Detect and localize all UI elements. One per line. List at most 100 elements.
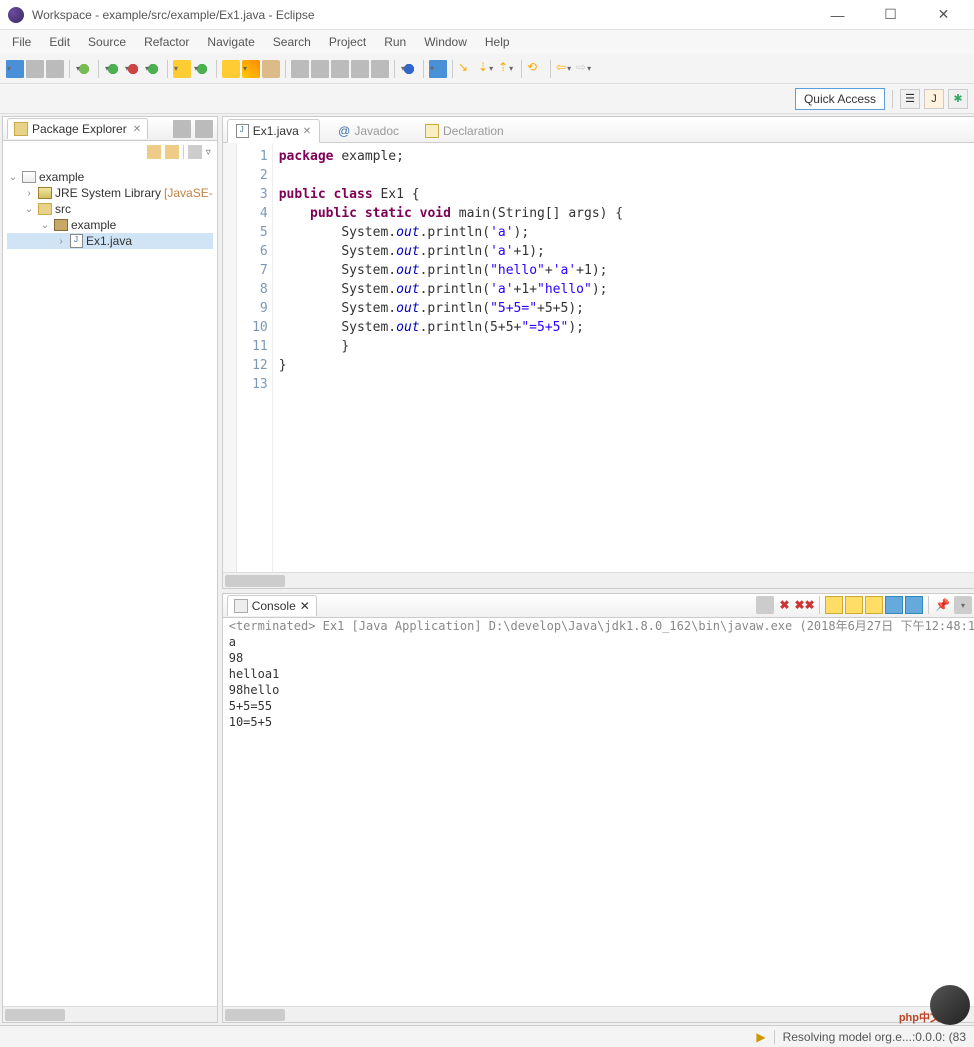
back-button[interactable]: ⇦ [556,60,574,78]
menu-window[interactable]: Window [416,33,475,51]
link-editor-icon[interactable] [165,145,179,159]
task-button[interactable] [262,60,280,78]
menu-edit[interactable]: Edit [41,33,78,51]
minimize-button[interactable]: — [815,1,860,29]
toggle-mark-button[interactable] [291,60,309,78]
tree-project[interactable]: ⌄ example [7,169,213,185]
nav2-button[interactable] [371,60,389,78]
new-button[interactable] [6,60,24,78]
word-wrap-button[interactable] [865,596,883,614]
open-perspective-button[interactable]: ☰ [900,89,920,109]
editor2-button[interactable] [331,60,349,78]
jre-suffix: [JavaSE- [164,186,213,200]
show-console-output-button[interactable] [885,596,903,614]
maximize-button[interactable]: ☐ [868,1,913,29]
menu-search[interactable]: Search [265,33,319,51]
twistie-icon[interactable]: ⌄ [23,204,35,215]
console-output: a98helloa198hello5+5=5510=5+5 [229,634,974,730]
search-button[interactable] [242,60,260,78]
line-number-gutter[interactable]: 12345678910111213 [237,143,273,572]
menu-navigate[interactable]: Navigate [199,33,262,51]
twistie-icon[interactable]: › [55,236,67,247]
menu-project[interactable]: Project [321,33,374,51]
forward-button[interactable]: ⇨ [576,60,594,78]
minimize-view-button[interactable] [173,120,191,138]
next-annotation-button[interactable]: ⇣ [478,60,496,78]
console-icon [234,599,248,613]
close-icon[interactable]: ✕ [133,124,141,135]
save-all-button[interactable] [46,60,64,78]
menu-refactor[interactable]: Refactor [136,33,197,51]
new-class-button[interactable] [193,60,211,78]
close-button[interactable]: ✕ [921,1,966,29]
tab-javadoc[interactable]: @ Javadoc [330,120,407,142]
tree-jre[interactable]: › JRE System Library [JavaSE- [7,185,213,201]
console-panel: Console ✕ ✖ ✖✖ 📌 [222,593,974,1023]
open-type-button[interactable] [222,60,240,78]
javadoc-icon: @ [338,124,350,138]
step-button[interactable]: ↘ [458,60,476,78]
marker-ruler[interactable] [223,143,237,572]
java-perspective-button[interactable]: J [924,89,944,109]
twistie-icon[interactable]: › [23,188,35,199]
view-tab-row: Package Explorer ✕ [3,117,217,141]
terminate-button[interactable] [756,596,774,614]
run-button[interactable] [104,60,122,78]
window-titlebar: Workspace - example/src/example/Ex1.java… [0,0,974,30]
tab-label: Ex1.java [253,124,299,138]
nav-button[interactable] [351,60,369,78]
breakpoint-button[interactable] [400,60,418,78]
editor-button[interactable] [311,60,329,78]
console-body[interactable]: <terminated> Ex1 [Java Application] D:\d… [223,618,974,1006]
close-icon[interactable]: ✕ [300,599,310,613]
remove-all-terminated-button[interactable]: ✖✖ [796,596,814,614]
save-button[interactable] [26,60,44,78]
menu-source[interactable]: Source [80,33,134,51]
debug-button[interactable] [75,60,93,78]
explorer-scrollbar[interactable] [3,1006,217,1022]
maximize-view-button[interactable] [195,120,213,138]
coverage-button[interactable] [124,60,142,78]
tab-ex1-java[interactable]: Ex1.java ✕ [227,119,320,143]
scroll-lock-button[interactable] [845,596,863,614]
right-area: Ex1.java ✕ @ Javadoc Declaration 1234567… [222,116,974,1023]
twistie-icon[interactable]: ⌄ [39,220,51,231]
prev-annotation-button[interactable]: ⇡ [498,60,516,78]
last-edit-button[interactable]: ⟲ [527,60,545,78]
collapse-all-icon[interactable] [147,145,161,159]
external-tools-button[interactable] [144,60,162,78]
close-icon[interactable]: ✕ [303,126,311,137]
pin-button[interactable] [429,60,447,78]
editor-body[interactable]: 12345678910111213 package example; publi… [223,143,974,572]
menu-file[interactable]: File [4,33,39,51]
show-console-error-button[interactable] [905,596,923,614]
view-menu-icon[interactable]: ▿ [206,147,211,158]
focus-task-icon[interactable] [188,145,202,159]
package-explorer-icon [14,122,28,136]
source-folder-icon [38,203,52,215]
console-tab[interactable]: Console ✕ [227,595,317,616]
console-hscrollbar[interactable] [223,1006,974,1022]
status-text: Resolving model org.e...:0.0.0: (83 [783,1030,966,1044]
debug-perspective-button[interactable]: ✱ [948,89,968,109]
tree-file[interactable]: › Ex1.java [7,233,213,249]
menu-run[interactable]: Run [376,33,414,51]
tab-declaration[interactable]: Declaration [417,120,512,142]
new-package-button[interactable] [173,60,191,78]
console-toolbar: ✖ ✖✖ 📌 [756,596,974,614]
code-area[interactable]: package example; public class Ex1 { publ… [273,143,974,572]
package-explorer-tab[interactable]: Package Explorer ✕ [7,118,148,139]
remove-launch-button[interactable]: ✖ [776,596,794,614]
main-toolbar: ↘ ⇣ ⇡ ⟲ ⇦ ⇨ [0,54,974,84]
pin-console-button[interactable]: 📌 [934,596,952,614]
display-selected-console-button[interactable] [954,596,972,614]
twistie-icon[interactable]: ⌄ [7,172,19,183]
tree-package[interactable]: ⌄ example [7,217,213,233]
tree-src[interactable]: ⌄ src [7,201,213,217]
menu-help[interactable]: Help [477,33,518,51]
java-file-icon [236,124,249,138]
editor-panel: Ex1.java ✕ @ Javadoc Declaration 1234567… [222,116,974,589]
editor-hscrollbar[interactable] [223,572,974,588]
quick-access-button[interactable]: Quick Access [795,88,885,110]
clear-console-button[interactable] [825,596,843,614]
